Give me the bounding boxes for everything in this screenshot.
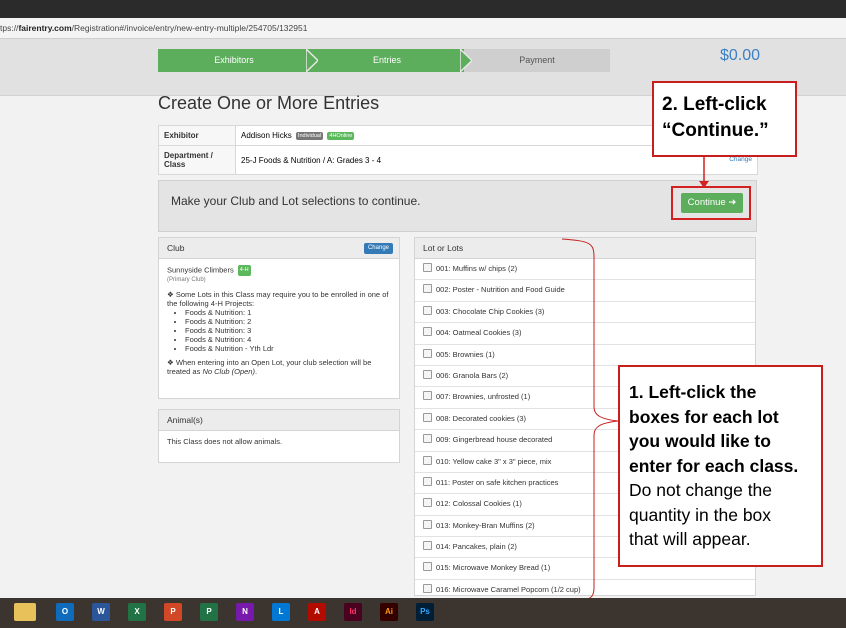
- step-exhibitors[interactable]: Exhibitors: [158, 49, 310, 72]
- outlook-icon[interactable]: O: [56, 603, 74, 621]
- lot-checkbox[interactable]: [423, 263, 432, 272]
- open-club-label: No Club (Open): [202, 367, 255, 376]
- lot-checkbox[interactable]: [423, 541, 432, 551]
- club-panel-body: Sunnyside Climbers 4-H (Primary Club) ❖ …: [159, 259, 399, 382]
- cart-total: $0.00: [720, 47, 761, 64]
- lot-checkbox[interactable]: [423, 519, 432, 529]
- notice-text: Make your Club and Lot selections to con…: [171, 194, 421, 208]
- club-change-button[interactable]: Change: [363, 243, 393, 254]
- animals-panel-header: Animal(s): [159, 410, 399, 431]
- exhibitor-label: Exhibitor: [158, 125, 236, 146]
- info-icon: ❖: [167, 290, 174, 299]
- address-bar[interactable]: tps://fairentry.com/Registration#/invoic…: [0, 18, 846, 39]
- 4honline-badge: 4HOnline: [327, 131, 355, 140]
- project-item: Foods & Nutrition: 4: [185, 335, 391, 344]
- callout-continue: 2. Left-click “Continue.”: [652, 81, 797, 157]
- callout-select-lots: 1. Left-click the boxes for each lot you…: [618, 365, 823, 567]
- lots-bracket: [561, 238, 619, 598]
- lot-checkbox[interactable]: [423, 391, 432, 401]
- lot-checkbox[interactable]: [423, 455, 432, 465]
- club-name: Sunnyside Climbers: [167, 265, 234, 275]
- lot-checkbox[interactable]: [423, 583, 432, 593]
- project-item: Foods & Nutrition: 1: [185, 308, 391, 317]
- lot-checkbox[interactable]: [423, 498, 432, 508]
- lot-label: 015: Microwave Monkey Bread (1): [436, 563, 551, 573]
- lot-label: 012: Colossal Cookies (1): [436, 499, 522, 509]
- lot-checkbox[interactable]: [423, 562, 432, 572]
- project-item: Foods & Nutrition - Yth Ldr: [185, 344, 391, 353]
- lync-icon[interactable]: L: [272, 603, 290, 621]
- primary-club-label: (Primary Club): [167, 277, 206, 283]
- step-entries[interactable]: Entries: [310, 49, 464, 72]
- indesign-icon[interactable]: Id: [344, 603, 362, 621]
- lot-label: 010: Yellow cake 3" x 3" piece, mix: [436, 456, 552, 466]
- individual-badge: Individual: [295, 131, 324, 140]
- lot-label: 016: Microwave Caramel Popcorn (1/2 cup): [436, 584, 581, 594]
- acrobat-icon[interactable]: A: [308, 603, 326, 621]
- url-path: /Registration#/invoice/entry/new-entry-m…: [71, 23, 308, 33]
- lot-checkbox[interactable]: [423, 305, 432, 315]
- lot-label: 008: Decorated cookies (3): [436, 413, 527, 423]
- lot-checkbox[interactable]: [423, 434, 432, 444]
- url-prefix: tps://: [0, 23, 19, 33]
- powerpoint-icon[interactable]: P: [164, 603, 182, 621]
- info-icon: ❖: [167, 358, 174, 367]
- continue-highlight-box: [671, 186, 751, 220]
- club-panel: Club Change Sunnyside Climbers 4-H (Prima…: [158, 237, 400, 399]
- exhibitor-name: Addison Hicks: [241, 131, 292, 140]
- onenote-icon[interactable]: N: [236, 603, 254, 621]
- lot-checkbox[interactable]: [423, 369, 432, 379]
- url-domain: fairentry.com: [18, 23, 72, 33]
- callout-arrow: [699, 155, 709, 188]
- lot-checkbox[interactable]: [423, 327, 432, 337]
- lot-checkbox[interactable]: [423, 284, 432, 294]
- lot-checkbox[interactable]: [423, 476, 432, 486]
- publisher-icon[interactable]: P: [200, 603, 218, 621]
- lot-label: 006: Granola Bars (2): [436, 370, 509, 380]
- taskbar: O W X P P N L A Id Ai Ps: [0, 598, 846, 628]
- page-title: Create One or More Entries: [158, 93, 380, 113]
- lot-label: 001: Muffins w/ chips (2): [436, 264, 518, 273]
- file-explorer-icon[interactable]: [14, 603, 36, 621]
- lot-label: 013: Monkey-Bran Muffins (2): [436, 520, 535, 530]
- project-list: Foods & Nutrition: 1 Foods & Nutrition: …: [167, 308, 391, 353]
- word-icon[interactable]: W: [92, 603, 110, 621]
- step-arrow-icon: [306, 49, 318, 72]
- project-requirement-text: Some Lots in this Class may require you …: [167, 290, 389, 308]
- project-item: Foods & Nutrition: 3: [185, 326, 391, 335]
- lot-label: 005: Brownies (1): [436, 349, 495, 359]
- department-label: Department / Class: [158, 145, 236, 175]
- lot-checkbox[interactable]: [423, 412, 432, 422]
- project-item: Foods & Nutrition: 2: [185, 317, 391, 326]
- step-payment: Payment: [464, 49, 610, 72]
- excel-icon[interactable]: X: [128, 603, 146, 621]
- club-panel-header: Club Change: [159, 238, 399, 259]
- step-arrow-icon: [460, 49, 472, 72]
- browser-tab-strip: [0, 0, 846, 18]
- animals-text: This Class does not allow animals.: [167, 437, 283, 446]
- lot-label: 011: Poster on safe kitchen practices: [436, 477, 559, 487]
- lot-label: 007: Brownies, unfrosted (1): [436, 392, 531, 402]
- animals-panel: Animal(s) This Class does not allow anim…: [158, 409, 400, 463]
- lot-label: 002: Poster - Nutrition and Food Guide: [436, 285, 565, 295]
- lot-label: 009: Gingerbread house decorated: [436, 435, 553, 445]
- illustrator-icon[interactable]: Ai: [380, 603, 398, 621]
- photoshop-icon[interactable]: Ps: [416, 603, 434, 621]
- lot-label: 014: Pancakes, plain (2): [436, 542, 517, 552]
- lot-label: 003: Chocolate Chip Cookies (3): [436, 306, 545, 316]
- lot-checkbox[interactable]: [423, 348, 432, 358]
- 4h-badge: 4-H: [237, 265, 251, 276]
- selection-notice: Make your Club and Lot selections to con…: [158, 180, 757, 232]
- lot-label: 004: Oatmeal Cookies (3): [436, 328, 522, 338]
